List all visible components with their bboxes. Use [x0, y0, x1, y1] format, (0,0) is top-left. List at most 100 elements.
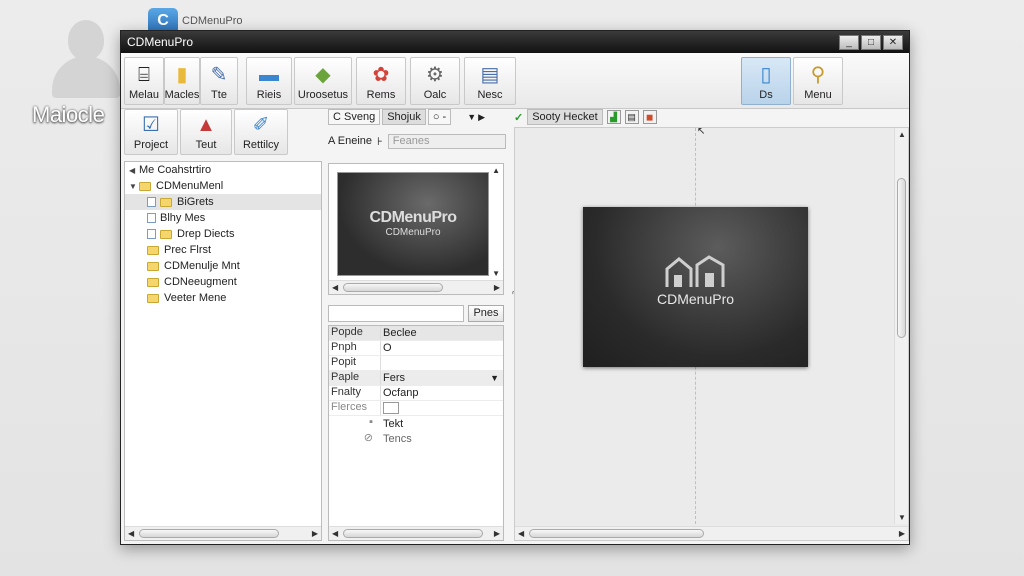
tab-sveng[interactable]: C Sveng: [328, 109, 381, 125]
color-icon[interactable]: ◼: [642, 110, 657, 124]
close-button[interactable]: ✕: [883, 34, 903, 50]
brush-icon: ✐: [252, 114, 270, 136]
property-row[interactable]: Fnalty Ocfanp: [329, 386, 503, 401]
desktop-user-icon[interactable]: Maiocle: [32, 12, 130, 132]
ribbon-label: Rems: [366, 89, 396, 101]
tab-sooty-hecket[interactable]: Sooty Hecket: [527, 109, 603, 125]
preview-thumbnail[interactable]: CDMenuPro CDMenuPro: [337, 172, 489, 276]
property-value[interactable]: O: [381, 341, 503, 355]
tree-item[interactable]: CDMenulje Mnt: [125, 258, 321, 274]
chart-icon[interactable]: ▟: [606, 110, 621, 124]
expand-arrow-icon[interactable]: ▶: [478, 112, 485, 123]
ribbon-label: Rettilcy: [242, 139, 280, 151]
scroll-right-arrow-icon[interactable]: ▶: [899, 529, 905, 538]
property-name: Flerces: [329, 401, 381, 415]
properties-horizontal-scrollbar[interactable]: ◀ ▶: [329, 526, 503, 540]
ribbon-button-rems[interactable]: ✿ Rems: [356, 57, 406, 105]
window-title: CDMenuPro: [127, 35, 194, 49]
ribbon-button-oalc[interactable]: ⚙ Oalc: [410, 57, 460, 105]
scroll-left-arrow-icon[interactable]: ◀: [518, 529, 524, 538]
property-value[interactable]: Ocfanp: [381, 386, 503, 400]
palette-icon: ✿: [372, 64, 390, 86]
ribbon-button-rieis[interactable]: ▬ Rieis: [246, 57, 292, 105]
scrollbar-thumb[interactable]: [529, 529, 704, 538]
ribbon-label: Macles: [164, 89, 200, 101]
scroll-right-arrow-icon[interactable]: ▶: [494, 529, 500, 538]
ribbon-button-macles[interactable]: ▮ Macles: [164, 57, 200, 105]
gear-icon: ⚙: [426, 64, 444, 86]
dropdown-arrow-icon[interactable]: ▼: [490, 373, 499, 383]
preview-horizontal-scrollbar[interactable]: ◀ ▶: [329, 280, 503, 294]
collapse-arrow-icon[interactable]: ◀: [129, 166, 139, 175]
middle-tabs: C Sveng Shojuk ○ - ▼ ▶: [328, 107, 506, 127]
title-bar[interactable]: CDMenuPro _ □ ✕: [121, 31, 909, 53]
canvas-horizontal-scrollbar[interactable]: ◀ ▶: [515, 526, 908, 540]
dropdown-arrow-icon[interactable]: ▼: [467, 112, 476, 122]
menu-icon: ⌸: [138, 64, 150, 86]
scroll-up-arrow-icon[interactable]: ▲: [492, 166, 500, 175]
tree-item[interactable]: Blhy Mes: [125, 210, 321, 226]
property-value-text: Tencs: [383, 432, 412, 445]
filter-input[interactable]: Feanes: [387, 133, 506, 149]
property-row[interactable]: Paple Fers ▼: [329, 371, 503, 386]
property-row[interactable]: ⊘ Tencs: [329, 431, 503, 446]
canvas-artwork[interactable]: CDMenuPro: [583, 207, 808, 367]
tab-options[interactable]: ○ -: [427, 109, 452, 125]
property-value[interactable]: [381, 401, 503, 415]
scroll-up-arrow-icon[interactable]: ▲: [898, 130, 906, 139]
tree-item[interactable]: Prec Flrst: [125, 242, 321, 258]
tab-shojuk[interactable]: Shojuk: [382, 109, 426, 125]
property-value[interactable]: Tencs: [381, 431, 503, 446]
ribbon-button-uroosetus[interactable]: ◆ Uroosetus: [294, 57, 352, 105]
ribbon-button-melau[interactable]: ⌸ Melau: [124, 57, 164, 105]
tree-item[interactable]: BiGrets: [125, 194, 321, 210]
canvas-vertical-scrollbar[interactable]: ▲ ▼: [894, 128, 908, 524]
property-value[interactable]: Tekt: [381, 416, 503, 431]
tree-horizontal-scrollbar[interactable]: ◀ ▶: [125, 526, 321, 540]
preview-panel: CDMenuPro CDMenuPro ▲ ▼ ◀ ▶: [328, 163, 504, 295]
ribbon-button-ds[interactable]: ▯ Ds: [741, 57, 791, 105]
folder-icon: ▮: [176, 64, 188, 86]
page-icon[interactable]: ▤: [624, 110, 639, 124]
teut-button[interactable]: ▲ Teut: [180, 109, 232, 155]
property-row[interactable]: Pnph O: [329, 341, 503, 356]
scroll-right-arrow-icon[interactable]: ▶: [494, 283, 500, 292]
property-row[interactable]: Flerces: [329, 401, 503, 416]
scroll-down-arrow-icon[interactable]: ▼: [492, 269, 500, 278]
scroll-left-arrow-icon[interactable]: ◀: [128, 529, 134, 538]
scroll-right-arrow-icon[interactable]: ▶: [312, 529, 318, 538]
color-swatch[interactable]: [383, 402, 399, 414]
tree-item[interactable]: Drep Diects: [125, 226, 321, 242]
tree-item[interactable]: Veeter Mene: [125, 290, 321, 306]
ribbon-button-menu[interactable]: ⚲ Menu: [793, 57, 843, 105]
property-row[interactable]: Popit: [329, 356, 503, 371]
project-button[interactable]: ☑ Project: [124, 109, 178, 155]
minimize-button[interactable]: _: [839, 34, 859, 50]
property-value[interactable]: [381, 356, 503, 370]
property-dropdown[interactable]: Fers ▼: [381, 371, 503, 385]
tree-root[interactable]: ◀ Me Coahstrtiro: [125, 162, 321, 178]
scrollbar-thumb[interactable]: [139, 529, 279, 538]
design-canvas[interactable]: ↖ CDMenuPro ▲ ▼ ◀ ▶: [514, 126, 909, 541]
scrollbar-thumb[interactable]: [343, 529, 483, 538]
filter-separator-icon: ⊦: [377, 135, 383, 148]
scroll-left-arrow-icon[interactable]: ◀: [332, 283, 338, 292]
tree-item[interactable]: CDNeeugment: [125, 274, 321, 290]
print-button[interactable]: Pnes: [468, 305, 504, 322]
scrollbar-thumb[interactable]: [897, 178, 906, 338]
scrollbar-thumb[interactable]: [343, 283, 443, 292]
artwork-title: CDMenuPro: [656, 291, 735, 307]
property-row[interactable]: ▪ Tekt: [329, 416, 503, 431]
scroll-left-arrow-icon[interactable]: ◀: [332, 529, 338, 538]
ribbon-button-tte[interactable]: ✎ Tte: [200, 57, 238, 105]
expand-arrow-icon[interactable]: ▼: [129, 182, 139, 191]
scroll-down-arrow-icon[interactable]: ▼: [898, 513, 906, 522]
house-logo-icon: [583, 251, 808, 291]
ribbon-label: Menu: [804, 89, 832, 101]
command-input[interactable]: [328, 305, 464, 322]
ribbon-label: Nesc: [477, 89, 503, 101]
maximize-button[interactable]: □: [861, 34, 881, 50]
tree-item[interactable]: ▼ CDMenuMenl: [125, 178, 321, 194]
ribbon-button-nesc[interactable]: ▤ Nesc: [464, 57, 516, 105]
rettilcy-button[interactable]: ✐ Rettilcy: [234, 109, 288, 155]
